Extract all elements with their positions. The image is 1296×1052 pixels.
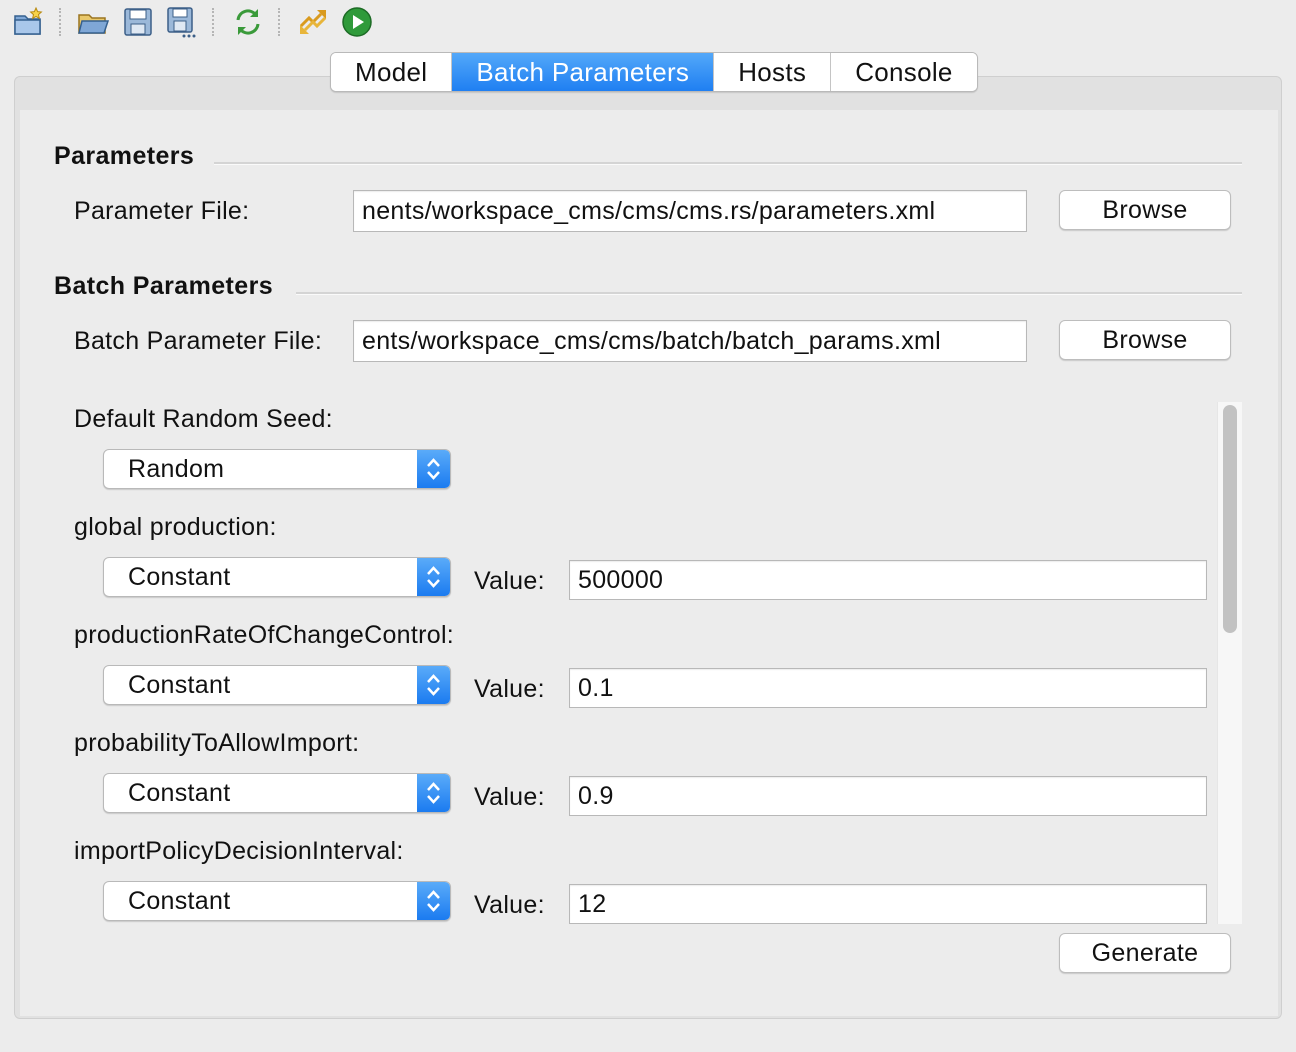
param-value-field[interactable]: 0.1 — [569, 668, 1207, 708]
batch-parameter-file-field[interactable]: ents/workspace_cms/cms/batch/batch_param… — [353, 320, 1027, 362]
select-value: Constant — [128, 563, 231, 591]
parameters-section-title: Parameters — [54, 142, 195, 170]
save-icon[interactable] — [122, 6, 154, 38]
section-divider — [296, 292, 1242, 295]
tab-bar: Model Batch Parameters Hosts Console — [330, 52, 978, 92]
parameter-file-browse-button[interactable]: Browse — [1059, 190, 1231, 230]
tab-batch-parameters[interactable]: Batch Parameters — [452, 53, 715, 91]
toolbar-separator — [278, 8, 280, 36]
parameter-file-field[interactable]: nents/workspace_cms/cms/cms.rs/parameter… — [353, 190, 1027, 232]
param-value-field[interactable]: 0.9 — [569, 776, 1207, 816]
toolbar-separator — [212, 8, 214, 36]
default-random-seed-label: Default Random Seed: — [74, 405, 333, 433]
param-name-label: productionRateOfChangeControl: — [74, 621, 455, 649]
param-value-field[interactable]: 12 — [569, 884, 1207, 924]
batch-parameter-file-label: Batch Parameter File: — [74, 327, 323, 355]
section-divider — [214, 162, 1242, 165]
select-value: Constant — [128, 887, 231, 915]
select-value: Constant — [128, 671, 231, 699]
scrollbar-thumb[interactable] — [1223, 405, 1237, 633]
chevron-up-down-icon — [417, 450, 450, 488]
generate-button[interactable]: Generate — [1059, 933, 1231, 973]
tab-hosts[interactable]: Hosts — [714, 53, 832, 91]
param-name-label: importPolicyDecisionInterval: — [74, 837, 404, 865]
select-value: Constant — [128, 779, 231, 807]
parameter-file-label: Parameter File: — [74, 197, 250, 225]
param-name-label: probabilityToAllowImport: — [74, 729, 360, 757]
run-batch-icon[interactable] — [297, 6, 329, 38]
tab-model[interactable]: Model — [331, 53, 453, 91]
refresh-icon[interactable] — [232, 6, 264, 38]
param-type-select[interactable]: Constant — [103, 773, 451, 813]
param-type-select[interactable]: Constant — [103, 881, 451, 921]
save-as-icon[interactable] — [166, 6, 198, 38]
new-project-icon[interactable] — [12, 6, 44, 38]
value-label: Value: — [474, 567, 545, 595]
chevron-up-down-icon — [417, 882, 450, 920]
chevron-up-down-icon — [417, 666, 450, 704]
param-type-select[interactable]: Constant — [103, 557, 451, 597]
param-type-select[interactable]: Constant — [103, 665, 451, 705]
open-folder-icon[interactable] — [77, 6, 110, 38]
tab-console[interactable]: Console — [831, 53, 977, 91]
value-label: Value: — [474, 675, 545, 703]
batch-parameter-file-browse-button[interactable]: Browse — [1059, 320, 1231, 360]
select-value: Random — [128, 455, 225, 483]
toolbar — [0, 0, 1296, 44]
batch-parameter-list: Default Random Seed: Random global produ… — [60, 400, 1242, 924]
batch-parameters-section-title: Batch Parameters — [54, 272, 274, 300]
param-name-label: global production: — [74, 513, 277, 541]
chevron-up-down-icon — [417, 774, 450, 812]
value-label: Value: — [474, 891, 545, 919]
toolbar-separator — [59, 8, 61, 36]
value-label: Value: — [474, 783, 545, 811]
random-seed-select[interactable]: Random — [103, 449, 451, 489]
param-value-field[interactable]: 500000 — [569, 560, 1207, 600]
chevron-up-down-icon — [417, 558, 450, 596]
play-icon[interactable] — [341, 6, 373, 38]
